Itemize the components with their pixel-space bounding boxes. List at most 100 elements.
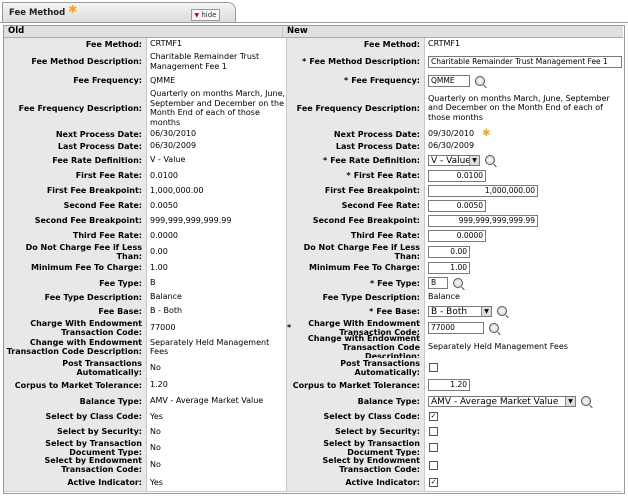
new-field-label: Select by Class Code: xyxy=(286,409,424,424)
lookup-magnifier-icon[interactable] xyxy=(489,322,499,333)
new-field-label-text: Select by Security: xyxy=(335,427,420,436)
text-input[interactable]: Charitable Remainder Trust Management Fe… xyxy=(428,55,622,68)
new-field-label-text: Fee Method: xyxy=(363,39,420,49)
lookup-magnifier-icon[interactable] xyxy=(485,155,495,165)
text-input[interactable]: 1.20 xyxy=(428,379,470,391)
new-field-value: 1.00 xyxy=(424,260,622,275)
divider xyxy=(0,22,628,23)
select-value: AMV - Average Market Value xyxy=(431,396,559,407)
old-field-value: V - Value xyxy=(146,152,286,168)
text-input[interactable]: 0.00 xyxy=(428,245,470,258)
table-row: Change with Endowment Transaction Code D… xyxy=(4,334,622,361)
text-input[interactable]: 77000 xyxy=(428,321,484,334)
column-header-new: New xyxy=(282,26,623,38)
new-field-label-text: Second Fee Breakpoint: xyxy=(312,216,420,225)
table-row: Second Fee Breakpoint: 999,999,999,999.99… xyxy=(4,213,622,229)
old-field-label: Fee Frequency: xyxy=(4,73,146,88)
select-value: V - Value xyxy=(431,155,471,166)
lookup-magnifier-icon[interactable] xyxy=(475,75,485,86)
old-field-value: No xyxy=(146,456,286,474)
lookup-magnifier-icon[interactable] xyxy=(581,396,591,406)
new-field-label-text: Minimum Fee To Charge: xyxy=(308,263,420,272)
select-dropdown[interactable]: V - Value ▼ xyxy=(428,154,480,166)
tab-fee-method: Fee Method ✱ ▼ hide xyxy=(2,2,236,23)
checkbox[interactable] xyxy=(429,443,438,452)
old-field-value: 77000 xyxy=(146,319,286,336)
text-input[interactable]: 999,999,999,999.99 xyxy=(428,214,538,227)
text-input[interactable]: 0.0000 xyxy=(428,229,486,242)
lookup-magnifier-icon[interactable] xyxy=(453,278,463,288)
new-field-label: Do Not Charge Fee if Less Than: xyxy=(286,243,424,261)
new-field-value: 77000 xyxy=(424,319,622,336)
new-field-label: Third Fee Rate: xyxy=(286,228,424,243)
old-field-label: Fee Type: xyxy=(4,275,146,291)
old-field-value: QMME xyxy=(146,73,286,88)
required-asterisk-icon: * xyxy=(369,306,374,316)
new-field-value: B - Both ▼ xyxy=(424,303,622,319)
new-field-value: 0.0000 xyxy=(424,228,622,243)
select-dropdown[interactable]: AMV - Average Market Value ▼ xyxy=(428,395,576,407)
text-input[interactable]: 1,000,000.00 xyxy=(428,184,538,197)
table-row: Fee Frequency: QMME * Fee Frequency: QMME xyxy=(4,73,622,89)
select-dropdown[interactable]: B - Both ▼ xyxy=(428,305,492,317)
lookup-magnifier-icon[interactable] xyxy=(497,306,507,316)
table-row: Second Fee Rate: 0.0050 Second Fee Rate: 0.… xyxy=(4,198,622,214)
old-field-value: B - Both xyxy=(146,303,286,319)
new-field-value: ✓ xyxy=(424,409,622,424)
text-input[interactable]: QMME xyxy=(428,74,470,87)
new-field-label-text: Active Indicator: xyxy=(345,478,420,487)
tab-bar: Fee Method ✱ ▼ hide xyxy=(0,0,628,24)
new-field-value: 0.0050 xyxy=(424,198,622,213)
table-row: Do Not Charge Fee if Less Than: 0.00 Do No… xyxy=(4,243,622,261)
table-row: Minimum Fee To Charge: 1.00 Minimum Fee To… xyxy=(4,260,622,276)
old-field-label: Select by Transaction Document Type: xyxy=(4,439,146,457)
chevron-down-icon[interactable]: ▼ xyxy=(565,396,575,406)
new-field-label: First Fee Breakpoint: xyxy=(286,183,424,198)
hide-button[interactable]: ▼ hide xyxy=(191,9,220,21)
checkbox[interactable] xyxy=(429,460,438,470)
table-row: Active Indicator: Yes Active Indicator: ✓ xyxy=(4,474,622,492)
text-input[interactable]: B xyxy=(428,277,448,289)
old-field-label: Post Transactions Automatically: xyxy=(4,358,146,377)
new-field-value: QMME xyxy=(424,73,622,88)
text-input[interactable]: 0.0100 xyxy=(428,169,486,182)
new-field-value xyxy=(424,456,622,474)
old-field-value: 06/30/2009 xyxy=(146,140,286,152)
text-input[interactable]: 0.0050 xyxy=(428,199,486,212)
chevron-down-icon[interactable]: ▼ xyxy=(469,155,479,165)
triangle-down-icon: ▼ xyxy=(194,12,200,19)
table-row: Fee Type: B * Fee Type: B xyxy=(4,275,622,292)
old-field-label: Select by Class Code: xyxy=(4,409,146,424)
checkbox[interactable]: ✓ xyxy=(429,478,438,487)
checkbox[interactable]: ✓ xyxy=(429,412,438,421)
required-asterisk-icon: * xyxy=(369,278,375,288)
new-field-label: Next Process Date: xyxy=(286,128,424,140)
old-field-label: Fee Method: xyxy=(4,38,146,50)
new-field-label: Second Fee Breakpoint: xyxy=(286,213,424,228)
old-field-value: 0.0000 xyxy=(146,228,286,243)
new-field-text: CRTMF1 xyxy=(428,39,461,49)
checkbox[interactable] xyxy=(429,427,438,436)
new-field-text: Quarterly on months March, June, Septemb… xyxy=(428,93,610,122)
new-field-label-text: Corpus to Market Tolerance: xyxy=(292,380,420,390)
table-row: Post Transactions Automatically: No Post T… xyxy=(4,358,622,378)
required-asterisk-icon: * xyxy=(323,155,328,165)
text-input[interactable]: 1.00 xyxy=(428,261,470,274)
checkbox[interactable] xyxy=(429,363,438,372)
new-field-text: 09/30/2010 xyxy=(428,129,475,139)
new-field-label-text: Fee Frequency Description: xyxy=(296,103,420,113)
new-field-value: Quarterly on months March, June, Septemb… xyxy=(424,88,622,128)
new-field-value: 06/30/2009 xyxy=(424,140,622,152)
old-field-label: Fee Frequency Description: xyxy=(4,88,146,128)
table-row: Fee Frequency Description: Quarterly on m… xyxy=(4,88,622,129)
new-field-label-text: Select by Endowment Transaction Code: xyxy=(322,456,421,474)
old-field-value: 999,999,999,999.99 xyxy=(146,213,286,228)
table-row: Select by Endowment Transaction Code: No S… xyxy=(4,456,622,475)
new-field-label: Fee Type Description: xyxy=(286,291,424,303)
old-field-value: B xyxy=(146,275,286,291)
new-field-value: 09/30/2010 ✱ xyxy=(424,128,622,140)
chevron-down-icon[interactable]: ▼ xyxy=(481,306,491,316)
new-field-label-text: Next Process Date: xyxy=(333,129,420,139)
old-field-label: Third Fee Rate: xyxy=(4,228,146,243)
old-field-value: 1.00 xyxy=(146,260,286,275)
